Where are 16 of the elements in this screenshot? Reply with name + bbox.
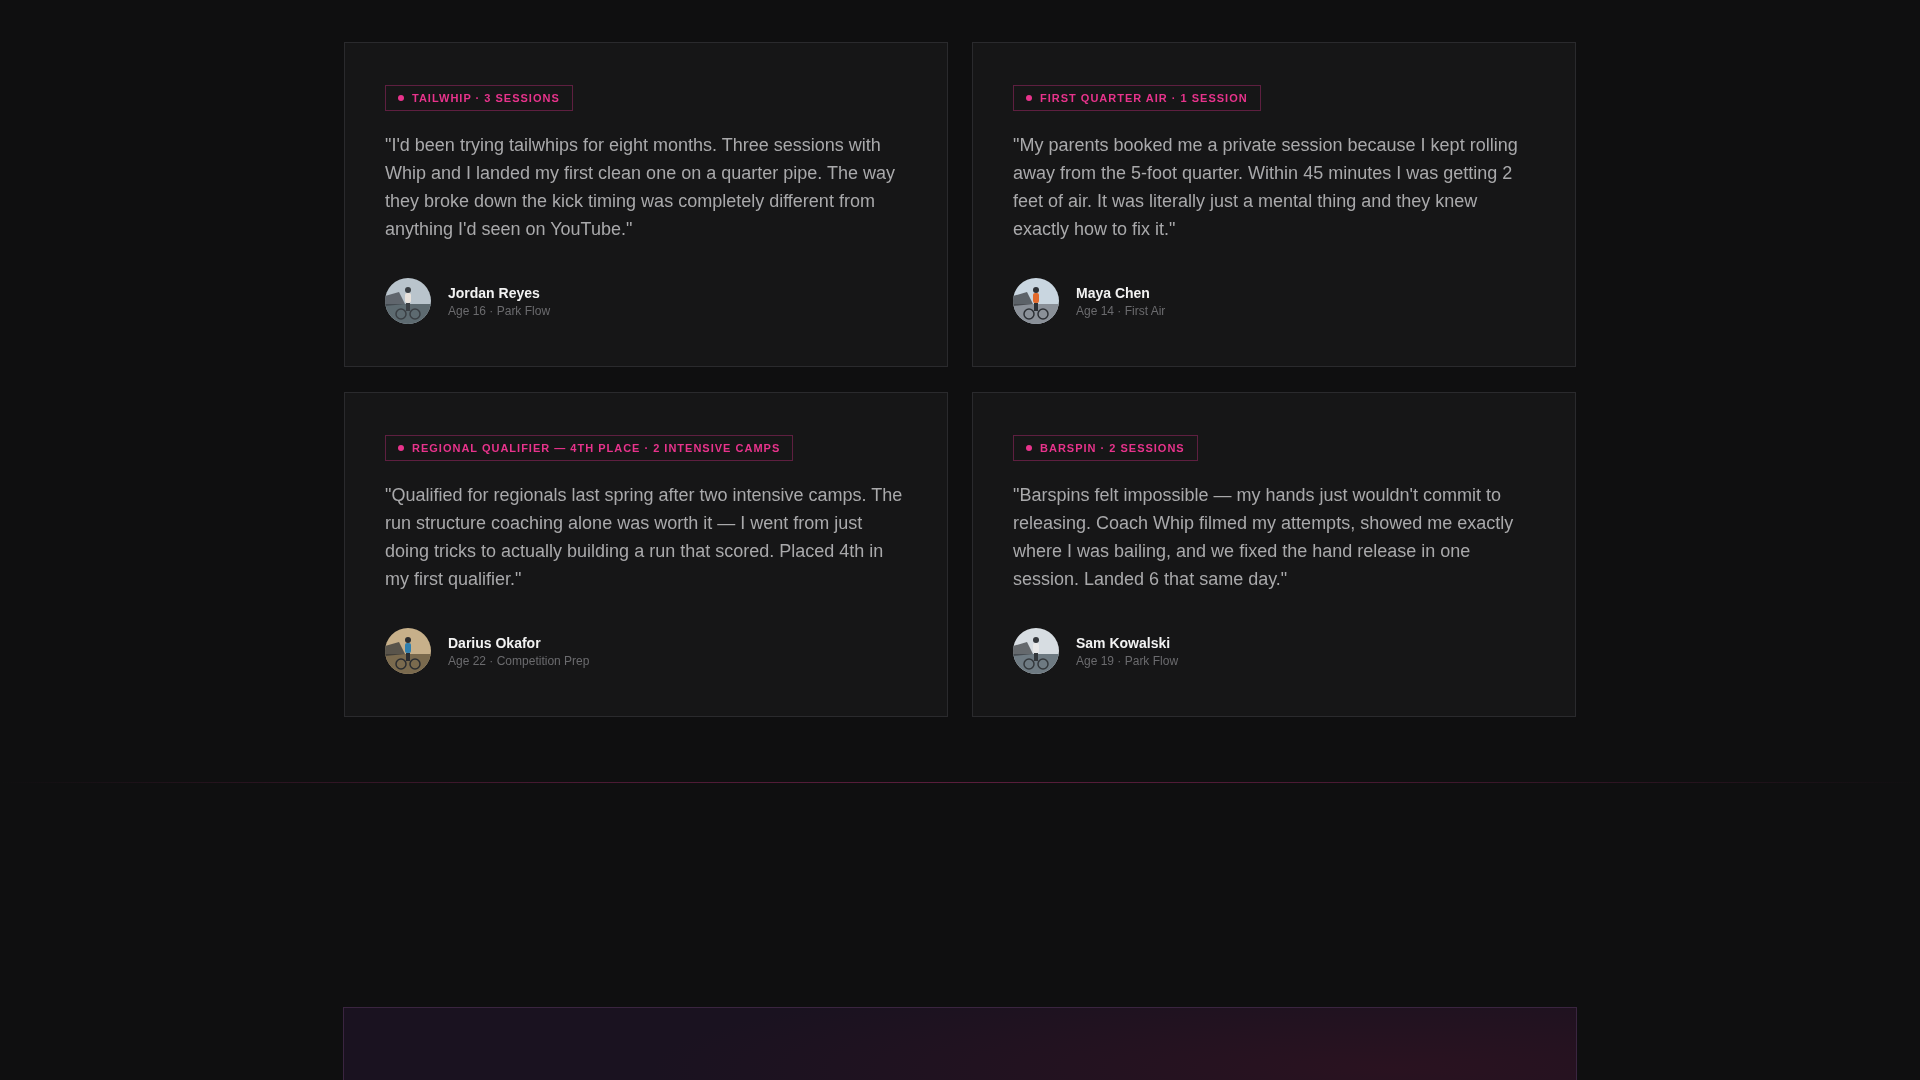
author-name: Darius Okafor bbox=[448, 634, 542, 651]
author-name: Jordan Reyes bbox=[448, 284, 541, 301]
author-meta: Age 19 · Park Flow bbox=[1076, 653, 1179, 668]
testimonial-quote: "I'd been trying tailwhips for eight months. Three sessions with Whip and I landed my first clean one on a quarter pipe. The way they broke down the kick timing was completely different from anything I'd seen on YouTube." bbox=[385, 134, 896, 241]
testimonial-quote: "Qualified for regionals last spring after two intensive camps. The run structure coaching alone was worth it — I went from just doing tricks to actually building a run that scored. Placed 4th in my first qualifier." bbox=[385, 484, 904, 591]
tag-badge: TAILWHIP · 3 SESSIONS bbox=[385, 85, 573, 111]
testimonial-quote: "My parents booked me a private session because I kept rolling away from the 5-foot quarter. Within 45 minutes I was getting 2 feet of air. It was literally just a mental thing and they knew exactly how to fix it." bbox=[1013, 134, 1519, 241]
tag-badge: BARSPIN · 2 SESSIONS bbox=[1013, 435, 1198, 461]
author-name: Sam Kowalski bbox=[1076, 634, 1172, 651]
tag-badge: REGIONAL QUALIFIER — 4TH PLACE · 2 INTENSIVE CAMPS bbox=[385, 435, 794, 461]
tag-badge: FIRST QUARTER AIR · 1 SESSION bbox=[1013, 85, 1261, 111]
testimonial-quote: "Barspins felt impossible — my hands just wouldn't commit to releasing. Coach Whip filmed my attempts, showed me exactly where I was bailing, and we fixed the hand release in one session. Landed 6 that same day." bbox=[1013, 484, 1515, 591]
author-meta: Age 22 · Competition Prep bbox=[448, 653, 590, 668]
author-meta: Age 14 · First Air bbox=[1076, 303, 1166, 318]
author-name: Maya Chen bbox=[1076, 284, 1151, 301]
author-meta: Age 16 · Park Flow bbox=[448, 303, 551, 318]
